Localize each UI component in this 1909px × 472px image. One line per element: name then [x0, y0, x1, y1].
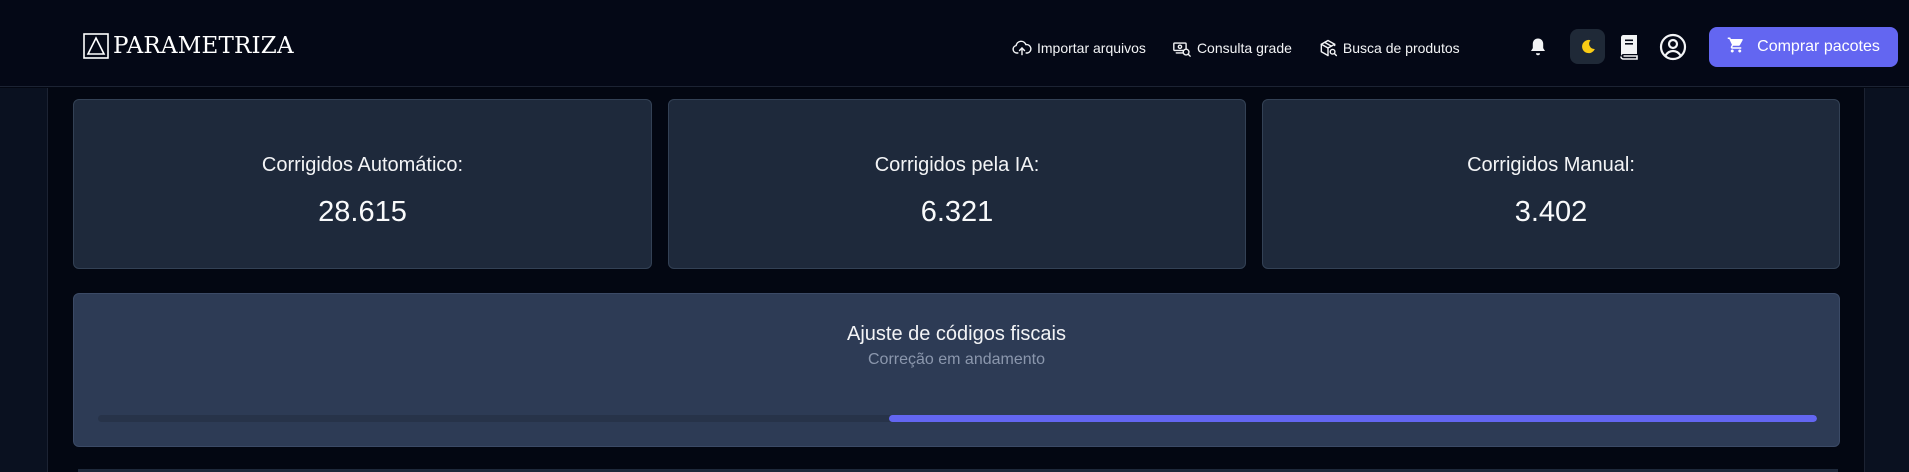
buy-packages-button[interactable]: Comprar pacotes	[1709, 27, 1898, 67]
app-page: PARAMETRIZA Importar arquivos Consulta g…	[0, 0, 1909, 472]
right-gutter	[1864, 88, 1909, 472]
top-navbar: PARAMETRIZA Importar arquivos Consulta g…	[0, 0, 1909, 87]
main-nav: Importar arquivos Consulta grade Busca d…	[1012, 36, 1460, 60]
progress-title: Ajuste de códigos fiscais	[846, 323, 1066, 345]
stat-value: 28.615	[318, 196, 407, 228]
stat-value: 3.402	[1514, 196, 1588, 228]
stat-value: 6.321	[920, 196, 994, 228]
stat-label: Corrigidos Manual:	[1467, 154, 1635, 176]
money-search-icon	[1172, 39, 1192, 57]
stat-label: Corrigidos Automático:	[261, 154, 464, 176]
nav-label: Busca de produtos	[1342, 40, 1460, 56]
delta-logo-icon	[83, 33, 109, 59]
brand-name: PARAMETRIZA	[113, 33, 294, 59]
documentation-button[interactable]	[1611, 29, 1646, 64]
stat-label: Corrigidos pela IA:	[874, 154, 1040, 176]
nav-importar-arquivos[interactable]: Importar arquivos	[1012, 39, 1146, 57]
moon-icon	[1580, 39, 1596, 55]
fiscal-codes-progress-card: Ajuste de códigos fiscais Correção em an…	[73, 293, 1840, 447]
book-icon	[1618, 34, 1640, 60]
stat-card-manual: Corrigidos Manual: 3.402	[1262, 99, 1840, 269]
progress-bar	[98, 415, 1817, 422]
progress-subtitle: Correção em andamento	[868, 351, 1045, 368]
account-button[interactable]	[1655, 29, 1690, 64]
package-search-icon	[1318, 38, 1338, 58]
cloud-upload-icon	[1012, 39, 1032, 57]
notifications-button[interactable]	[1520, 29, 1555, 64]
left-gutter	[0, 88, 48, 472]
stat-card-ia: Corrigidos pela IA: 6.321	[668, 99, 1246, 269]
nav-label: Importar arquivos	[1037, 40, 1146, 56]
buy-packages-label: Comprar pacotes	[1757, 38, 1880, 55]
bell-icon	[1529, 37, 1547, 57]
nav-label: Consulta grade	[1196, 40, 1292, 56]
brand-logo[interactable]: PARAMETRIZA	[83, 33, 294, 59]
cart-icon	[1727, 36, 1745, 59]
nav-busca-de-produtos[interactable]: Busca de produtos	[1318, 38, 1460, 58]
theme-toggle-button[interactable]	[1570, 29, 1605, 64]
stat-card-auto: Corrigidos Automático: 28.615	[73, 99, 652, 269]
progress-bar-fill	[888, 415, 1817, 422]
user-circle-icon	[1659, 33, 1687, 61]
nav-consulta-grade[interactable]: Consulta grade	[1172, 39, 1292, 57]
